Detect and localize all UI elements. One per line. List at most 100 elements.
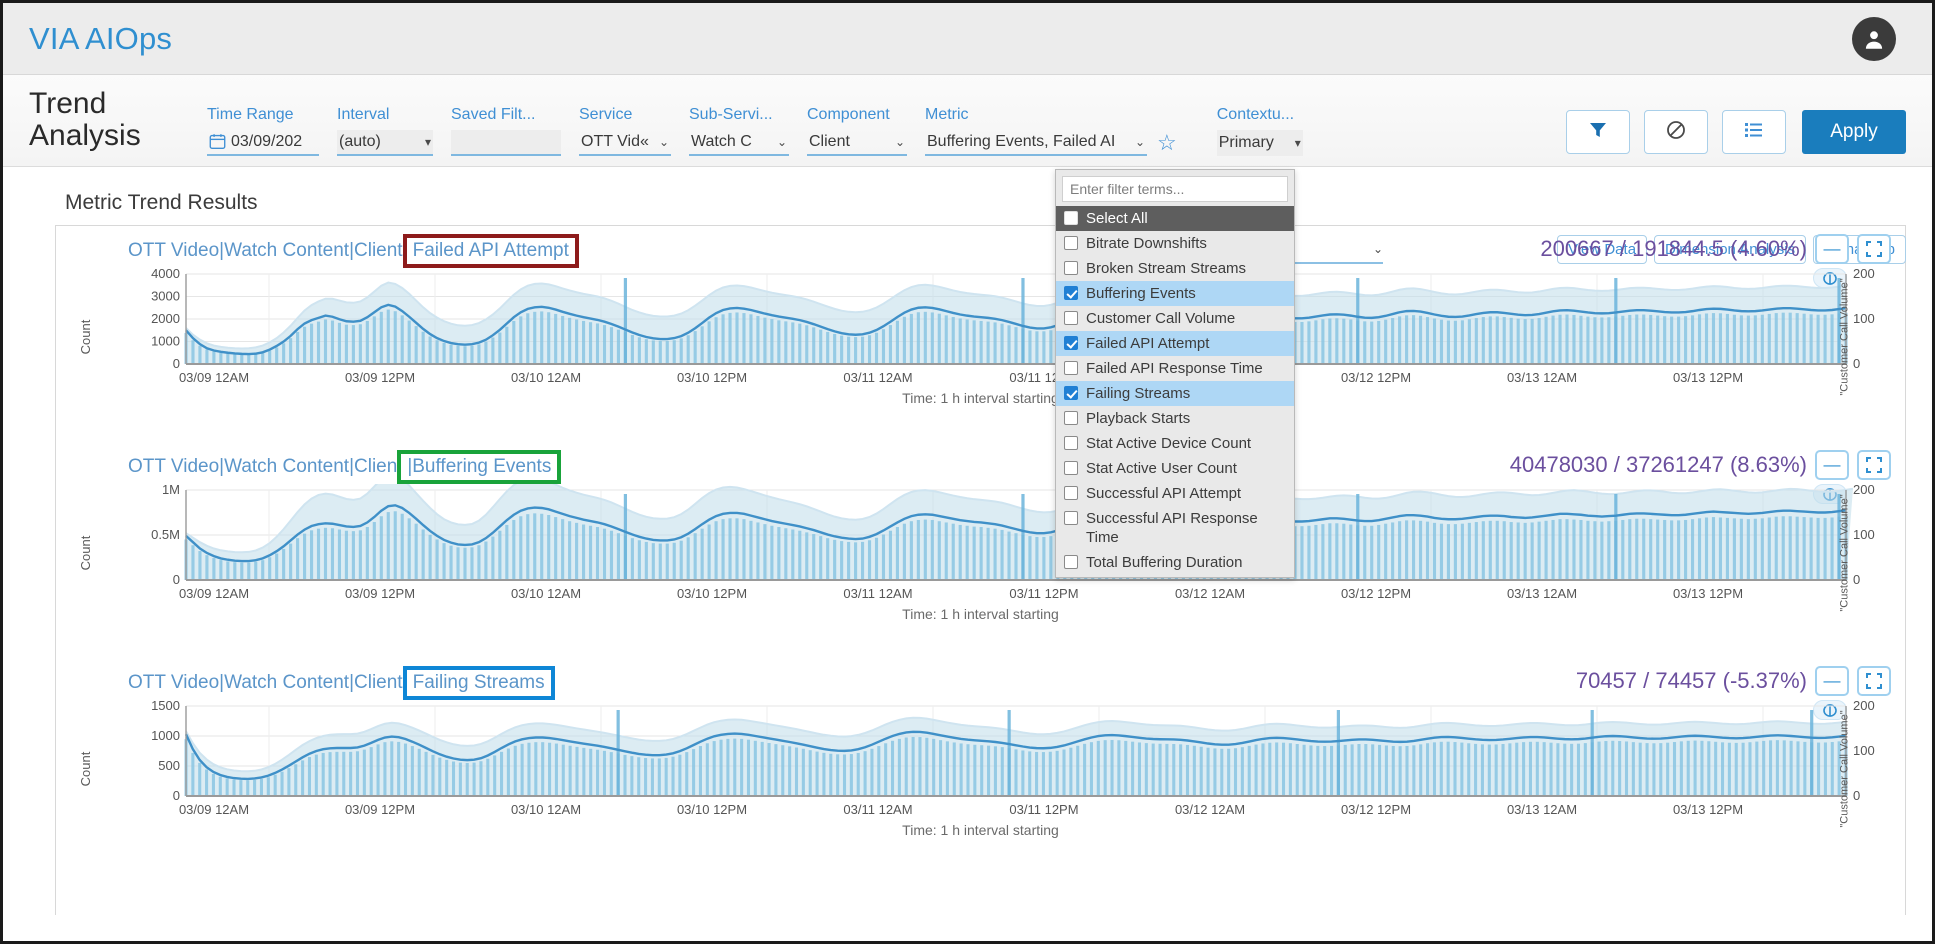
svg-text:2000: 2000	[151, 311, 180, 326]
collapse-button[interactable]: —	[1815, 450, 1849, 480]
checkbox-icon[interactable]	[1064, 486, 1078, 500]
field-component[interactable]: Component Client ⌄	[807, 106, 907, 156]
user-avatar-icon[interactable]	[1852, 16, 1896, 61]
svg-text:03/10 12AM: 03/10 12AM	[511, 802, 581, 817]
dropdown-item-select-all[interactable]: Select All	[1056, 206, 1294, 231]
interval-select[interactable]: (auto) ▾	[337, 130, 433, 156]
field-contextual[interactable]: Contextu... Primary ▾	[1216, 106, 1303, 156]
field-service[interactable]: Service OTT Vid« ⌄	[579, 106, 671, 156]
chart-title-prefix: OTT Video|Watch Content|Client	[128, 672, 403, 693]
checkbox-icon[interactable]	[1064, 555, 1078, 569]
svg-text:03/09 12AM: 03/09 12AM	[179, 802, 249, 817]
svg-text:0: 0	[173, 356, 180, 371]
dropdown-item[interactable]: Total Buffering Duration	[1056, 550, 1294, 575]
dropdown-item[interactable]: Bitrate Downshifts	[1056, 231, 1294, 256]
dropdown-item[interactable]: Customer Call Volume	[1056, 306, 1294, 331]
toolbar-actions: Apply	[1552, 110, 1906, 156]
page-title: Trend Analysis	[29, 88, 189, 152]
chevron-down-icon: ▾	[424, 134, 431, 149]
contextual-value: Primary	[1218, 133, 1274, 151]
chevron-down-icon: ⌄	[776, 134, 787, 149]
svg-text:03/12 12AM: 03/12 12AM	[1175, 586, 1245, 601]
expand-button[interactable]	[1857, 234, 1891, 264]
field-saved-filter[interactable]: Saved Filt...	[451, 106, 561, 156]
metric-filter-input[interactable]: Enter filter terms...	[1062, 176, 1288, 202]
field-sub-service[interactable]: Sub-Servi... Watch C ⌄	[689, 106, 789, 156]
sub-service-value: Watch C	[691, 132, 752, 150]
svg-text:03/12 12PM: 03/12 12PM	[1341, 586, 1411, 601]
svg-text:03/09 12AM: 03/09 12AM	[179, 586, 249, 601]
field-time-range[interactable]: Time Range 03/09/202	[207, 106, 319, 156]
x-axis-caption: Time: 1 h interval starting	[902, 606, 1059, 622]
chart-actions: 40478030 / 37261247 (8.63%) —	[1510, 450, 1891, 480]
field-label-saved-filter: Saved Filt...	[451, 106, 536, 123]
svg-text:1000: 1000	[151, 728, 180, 743]
checkbox-icon[interactable]	[1064, 336, 1078, 350]
svg-text:03/11 12AM: 03/11 12AM	[843, 802, 912, 817]
dropdown-item[interactable]: Stat Active Device Count	[1056, 431, 1294, 456]
checkbox-icon[interactable]	[1064, 286, 1078, 300]
y2-axis-label: "Customer Call Volume"	[1838, 494, 1851, 612]
component-select[interactable]: Client ⌄	[807, 130, 907, 156]
dropdown-item[interactable]: Failed API Response Time	[1056, 356, 1294, 381]
svg-text:03/10 12AM: 03/10 12AM	[511, 586, 581, 601]
filter-button[interactable]	[1566, 110, 1630, 154]
avatar[interactable]	[1852, 16, 1896, 61]
svg-text:200: 200	[1853, 268, 1875, 281]
checkbox-icon[interactable]	[1064, 411, 1078, 425]
clear-button[interactable]	[1644, 110, 1708, 154]
dropdown-item[interactable]: Failed API Attempt	[1056, 331, 1294, 356]
favorite-star-icon[interactable]: ☆	[1157, 130, 1177, 156]
metric-select[interactable]: Buffering Events, Failed AI ⌄	[925, 130, 1147, 156]
expand-button[interactable]	[1857, 450, 1891, 480]
checkbox-icon[interactable]	[1064, 461, 1078, 475]
chart-failed-api-attempt: OTT Video|Watch Content|Client Failed AP…	[56, 226, 1905, 442]
dropdown-item-label: Successful API Response Time	[1086, 510, 1258, 546]
svg-text:03/10 12AM: 03/10 12AM	[511, 370, 581, 385]
expand-button[interactable]	[1857, 666, 1891, 696]
component-value: Client	[809, 132, 850, 150]
collapse-button[interactable]: —	[1815, 234, 1849, 264]
svg-text:100: 100	[1853, 527, 1875, 542]
svg-text:03/12 12AM: 03/12 12AM	[1175, 802, 1245, 817]
checkbox-icon[interactable]	[1064, 211, 1078, 225]
dropdown-item[interactable]: Broken Stream Streams	[1056, 256, 1294, 281]
list-button[interactable]	[1722, 110, 1786, 154]
dropdown-item-label: Successful API Attempt	[1086, 485, 1242, 502]
contextual-select[interactable]: Primary ▾	[1216, 130, 1303, 156]
chart-title-metric: |Buffering Events	[397, 450, 562, 484]
field-metric[interactable]: Metric Buffering Events, Failed AI ⌄ ☆	[925, 106, 1177, 156]
checkbox-icon[interactable]	[1064, 436, 1078, 450]
dropdown-item[interactable]: Playback Starts	[1056, 406, 1294, 431]
checkbox-icon[interactable]	[1064, 361, 1078, 375]
svg-text:03/10 12PM: 03/10 12PM	[677, 586, 747, 601]
dropdown-item[interactable]: Failing Streams	[1056, 381, 1294, 406]
dropdown-item[interactable]: Stat Active User Count	[1056, 456, 1294, 481]
chart-header: OTT Video|Watch Content|Clien |Buffering…	[56, 442, 1905, 504]
checkbox-icon[interactable]	[1064, 261, 1078, 275]
checkbox-icon[interactable]	[1064, 511, 1078, 525]
collapse-button[interactable]: —	[1815, 666, 1849, 696]
svg-text:100: 100	[1853, 311, 1875, 326]
sub-service-select[interactable]: Watch C ⌄	[689, 130, 789, 156]
checkbox-icon[interactable]	[1064, 311, 1078, 325]
checkbox-icon[interactable]	[1064, 236, 1078, 250]
svg-text:3000: 3000	[151, 289, 180, 304]
dropdown-item[interactable]: Successful API Response Time	[1056, 506, 1294, 550]
field-label-component: Component	[807, 106, 890, 123]
list-view-icon	[1744, 121, 1764, 144]
dropdown-item-label: Total Buffering Duration	[1086, 554, 1243, 571]
apply-button[interactable]: Apply	[1802, 110, 1906, 154]
interval-value: (auto)	[339, 132, 381, 150]
saved-filter-input[interactable]	[451, 130, 561, 156]
time-range-input[interactable]: 03/09/202	[207, 130, 319, 156]
service-select[interactable]: OTT Vid« ⌄	[579, 130, 671, 156]
dropdown-item[interactable]: Successful API Attempt	[1056, 481, 1294, 506]
svg-text:0: 0	[1853, 788, 1860, 803]
metric-dropdown[interactable]: Enter filter terms... Select All Bitrate…	[1055, 169, 1295, 578]
checkbox-icon[interactable]	[1064, 386, 1078, 400]
chart-buffering-events: OTT Video|Watch Content|Clien |Buffering…	[56, 442, 1905, 658]
brand-title: VIA AIOps	[29, 20, 173, 56]
dropdown-item[interactable]: Buffering Events	[1056, 281, 1294, 306]
field-interval[interactable]: Interval (auto) ▾	[337, 106, 433, 156]
